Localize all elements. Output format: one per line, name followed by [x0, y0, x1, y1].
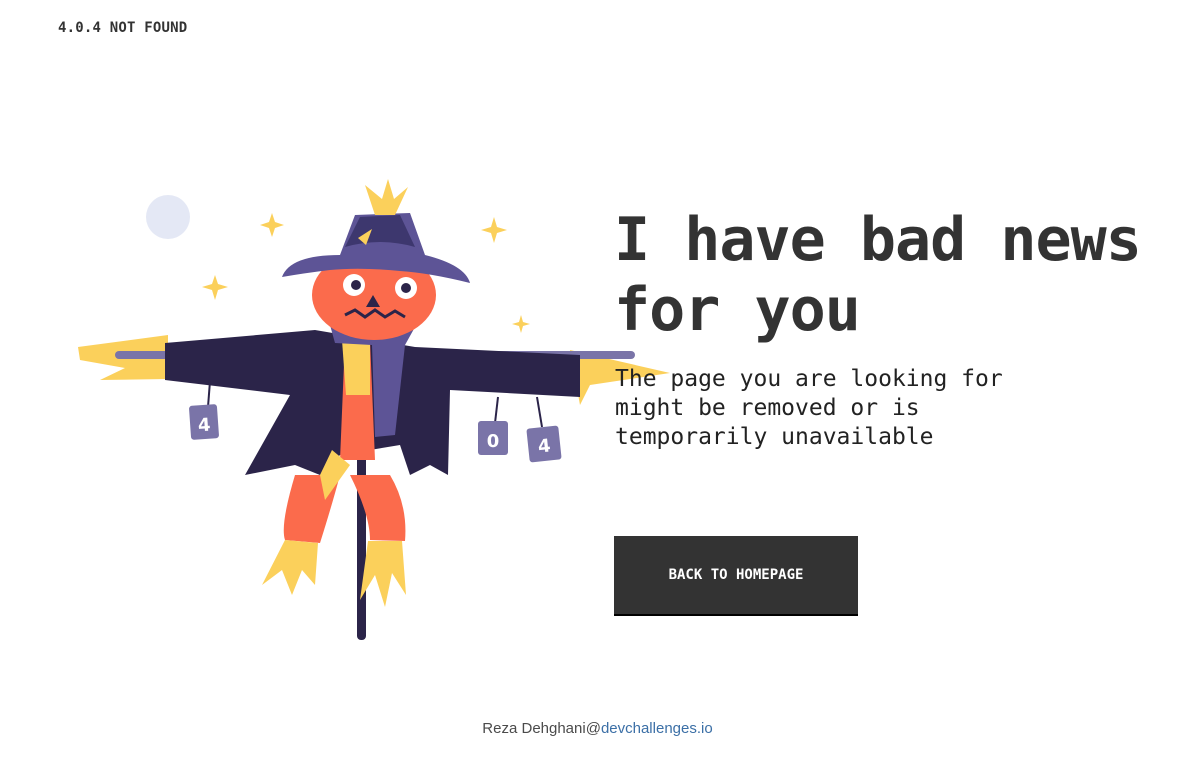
footer-credit: Reza Dehghani@devchallenges.io — [0, 720, 1195, 737]
page-title: I have bad news for you — [614, 205, 1142, 345]
footer-at: @ — [585, 720, 601, 737]
moon-icon — [146, 195, 190, 239]
page-subtitle: The page you are looking for might be re… — [615, 366, 1003, 450]
can-label-2: 0 — [487, 431, 500, 452]
scarecrow-illustration: 4 0 4 — [78, 179, 670, 640]
site-brand: 4.0.4 NOT FOUND — [58, 20, 188, 36]
can-label-1: 4 — [197, 415, 211, 437]
can-label-3: 4 — [537, 435, 552, 457]
back-to-homepage-button[interactable]: BACK TO HOMEPAGE — [614, 536, 858, 616]
footer-link[interactable]: devchallenges.io — [601, 720, 713, 737]
footer-author: Reza Dehghani — [482, 720, 586, 737]
